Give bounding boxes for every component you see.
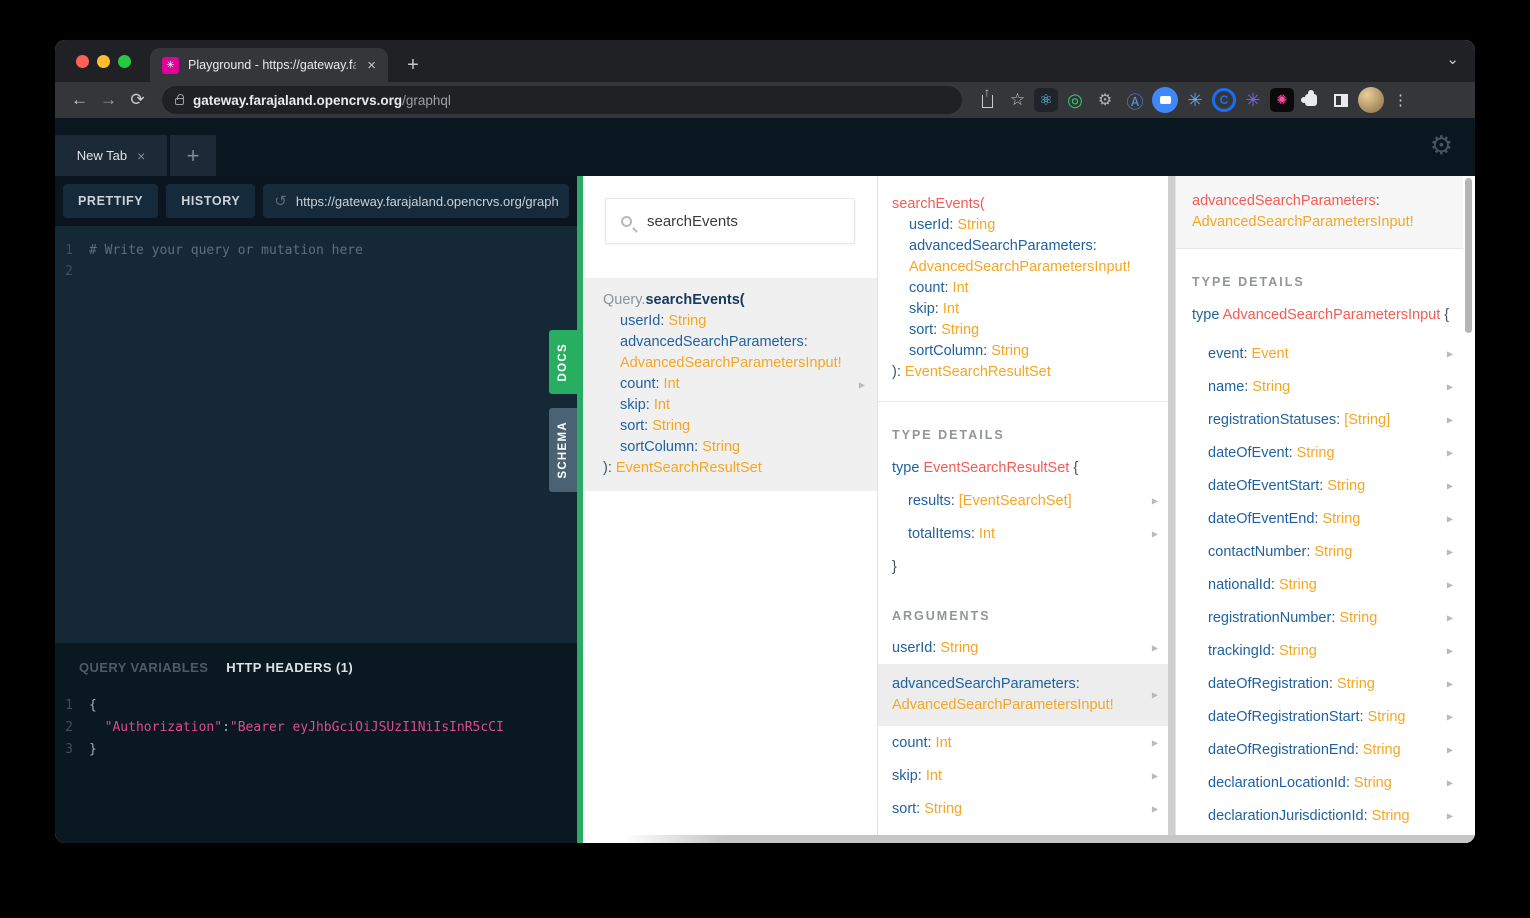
back-button[interactable]: ←	[65, 86, 94, 115]
arguments-heading: ARGUMENTS	[892, 609, 991, 623]
browser-toolbar: ← → ⟳ gateway.farajaland.opencrvs.org/gr…	[55, 82, 1475, 118]
tab-search-chevron-icon[interactable]: ⌄	[1446, 50, 1459, 68]
lock-icon[interactable]	[175, 94, 184, 105]
type-field-list[interactable]: results: [EventSearchSet] ▶ totalItems: In…	[878, 484, 1168, 550]
headers-editor[interactable]: 1{2 "Authorization":"Bearer eyJhbGciOiJS…	[55, 695, 577, 761]
editor-column: PRETTIFY HISTORY ↺ https://gateway.faraj…	[55, 176, 577, 843]
reload-button[interactable]: ⟳	[123, 86, 152, 115]
docs-search-box	[605, 198, 855, 244]
query-editor[interactable]: 1 # Write your query or mutation here 2	[55, 226, 577, 643]
new-tab-button[interactable]: +	[398, 50, 428, 80]
tab-http-headers[interactable]: HTTP HEADERS (1)	[226, 657, 353, 679]
react-devtools-icon[interactable]: ⚛	[1034, 88, 1058, 112]
browser-tab[interactable]: ✳ Playground - https://gateway.fa ×	[150, 48, 388, 82]
window-controls	[76, 40, 131, 82]
address-bar[interactable]: gateway.farajaland.opencrvs.org/graphql	[162, 86, 962, 114]
zoom-camera-icon[interactable]	[1152, 87, 1178, 113]
history-button[interactable]: HISTORY	[166, 184, 256, 218]
prettify-button[interactable]: PRETTIFY	[63, 184, 159, 218]
gear-extension-icon[interactable]: ⚙	[1092, 87, 1118, 113]
profile-avatar[interactable]	[1358, 87, 1384, 113]
target-icon[interactable]: ◎	[1062, 87, 1088, 113]
type-close-brace: }	[892, 558, 897, 575]
extension-icons: ⚛ ◎ ⚙ Ⓐ ✳ C ✳ ✺	[1034, 87, 1384, 113]
playground-tab-close-icon[interactable]: ×	[137, 148, 145, 164]
url-text: gateway.farajaland.opencrvs.org/graphql	[193, 92, 451, 108]
search-icon	[621, 215, 632, 227]
type-details-heading: TYPE DETAILS	[892, 428, 1005, 442]
horizontal-scrollbar[interactable]	[583, 835, 1475, 843]
playground-tab[interactable]: New Tab ×	[55, 135, 167, 176]
docs-search-column: Query.searchEvents(userId: Stringadvance…	[583, 176, 877, 843]
browser-menu-icon[interactable]: ⋮	[1387, 87, 1414, 114]
argument-signature: advancedSearchParameters: AdvancedSearchP…	[1176, 176, 1463, 249]
search-result-item[interactable]: Query.searchEvents(userId: String advance…	[583, 278, 877, 491]
puzzle-extensions-icon[interactable]	[1298, 87, 1324, 113]
tab-query-variables[interactable]: QUERY VARIABLES	[79, 657, 208, 679]
docs-field-column: searchEvents(userId: String advancedSearc…	[877, 176, 1168, 843]
playground-tab-label: New Tab	[76, 148, 128, 163]
docs-argument-column: advancedSearchParameters: AdvancedSearchP…	[1175, 176, 1463, 843]
field-signature: searchEvents(userId: String advancedSearc…	[878, 176, 1168, 402]
tab-close-icon[interactable]: ×	[365, 58, 378, 73]
a-circle-icon[interactable]: Ⓐ	[1122, 87, 1148, 113]
docs-panel: Query.searchEvents(userId: Stringadvance…	[583, 176, 1475, 843]
settings-gear-icon[interactable]: ⚙	[1430, 130, 1453, 161]
endpoint-input[interactable]: ↺ https://gateway.farajaland.opencrvs.or…	[263, 184, 569, 218]
share-icon[interactable]	[974, 85, 1001, 114]
input-type-declaration: type AdvancedSearchParametersInput {	[1192, 307, 1450, 323]
toolbar-icons: ☆ ⚛◎⚙Ⓐ✳C✳✺ ⋮	[974, 85, 1414, 114]
editor-topbar: PRETTIFY HISTORY ↺ https://gateway.faraj…	[55, 176, 577, 226]
chevron-right-icon: ▶	[858, 380, 865, 389]
bookmark-star-icon[interactable]: ☆	[1004, 87, 1031, 114]
tab-docs[interactable]: DOCS	[549, 330, 577, 394]
c-circle-icon[interactable]: C	[1212, 88, 1236, 112]
endpoint-url: https://gateway.farajaland.opencrvs.org/…	[295, 193, 558, 209]
playground-add-tab-button[interactable]: +	[170, 135, 216, 176]
type-details-heading: TYPE DETAILS	[1192, 275, 1305, 289]
playground-header: New Tab × + ⚙	[55, 118, 1475, 176]
variables-pane: QUERY VARIABLES HTTP HEADERS (1) 1{2 "Au…	[55, 643, 577, 843]
input-field-list[interactable]: event: Event ▶ name: String ▶ registrationSt…	[1176, 337, 1463, 832]
argument-list[interactable]: userId: String ▶ advancedSearchParameters:…	[878, 631, 1168, 825]
asterisk-purple-icon[interactable]: ✳	[1240, 87, 1266, 113]
graphql-favicon: ✳	[162, 56, 179, 74]
forward-button[interactable]: →	[94, 86, 123, 115]
docs-right-rail	[1463, 176, 1474, 843]
colorful-logo-icon[interactable]: ✺	[1270, 88, 1294, 112]
docs-search-input[interactable]	[645, 211, 848, 231]
side-panel-icon[interactable]	[1328, 87, 1354, 113]
vertical-scrollbar[interactable]	[1465, 178, 1472, 333]
browser-tab-title: Playground - https://gateway.fa	[188, 58, 357, 72]
maximize-window-button[interactable]	[118, 54, 131, 68]
refresh-schema-icon[interactable]: ↺	[274, 192, 287, 210]
playground-main: PRETTIFY HISTORY ↺ https://gateway.faraj…	[55, 176, 1475, 843]
asterisk-blue-icon[interactable]: ✳	[1182, 87, 1208, 113]
browser-tabstrip: ✳ Playground - https://gateway.fa × + ⌄	[55, 40, 1475, 82]
tab-schema[interactable]: SCHEMA	[549, 408, 577, 492]
minimize-window-button[interactable]	[97, 54, 110, 68]
docs-scrollbar[interactable]	[1168, 176, 1175, 843]
variables-tabs: QUERY VARIABLES HTTP HEADERS (1)	[55, 657, 577, 679]
type-declaration: type EventSearchResultSet {	[892, 460, 1079, 476]
close-window-button[interactable]	[76, 54, 89, 68]
browser-window: ✳ Playground - https://gateway.fa × + ⌄ …	[55, 40, 1475, 843]
